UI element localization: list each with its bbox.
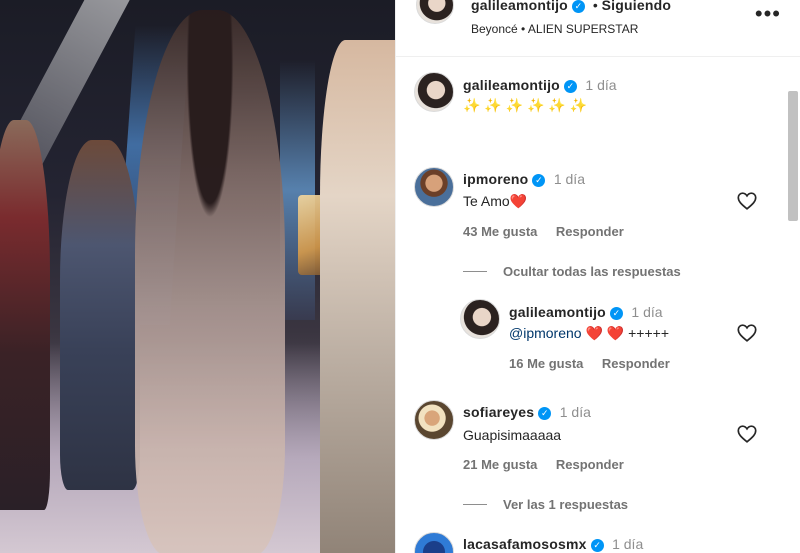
caption-row: galileamontijo ✓ 1 día (463, 77, 617, 95)
comment-actions: 43 Me gusta Responder (463, 223, 624, 241)
header-user-row: galileamontijo ✓ • Siguiendo (471, 0, 671, 15)
comment-author[interactable]: ipmoreno (463, 171, 528, 187)
caption-author[interactable]: galileamontijo (463, 77, 560, 93)
comment-time: 1 día (612, 536, 644, 552)
more-options-icon[interactable]: ••• (755, 2, 781, 26)
divider-line (463, 271, 487, 273)
heart-emoji: ❤️ ❤️ (585, 325, 625, 341)
post-header: galileamontijo ✓ • Siguiendo Beyoncé • AL… (396, 0, 800, 57)
avatar[interactable] (460, 299, 500, 339)
toggle-replies-label: Ver las 1 respuestas (503, 497, 629, 512)
scrollbar-thumb[interactable] (788, 91, 798, 221)
follow-status[interactable]: Siguiendo (602, 0, 671, 13)
reply-suffix: +++++ (628, 325, 670, 341)
stylist-person (320, 40, 395, 553)
verified-icon: ✓ (538, 407, 552, 420)
stage-neon-light (280, 60, 315, 320)
verified-icon: ✓ (563, 80, 577, 93)
reply-author[interactable]: galileamontijo (509, 304, 606, 320)
reply-text-row: @ipmoreno ❤️ ❤️ +++++ (509, 325, 669, 342)
comment-header: ipmoreno ✓ 1 día (463, 171, 585, 189)
caption-text: ✨ ✨ ✨ ✨ ✨ ✨ (463, 97, 588, 113)
audio-track[interactable]: Beyoncé • ALIEN SUPERSTAR (471, 22, 638, 36)
verified-icon: ✓ (590, 539, 604, 552)
reply-actions: 16 Me gusta Responder (509, 355, 670, 373)
audience-person (60, 140, 140, 490)
comment-author[interactable]: sofiareyes (463, 404, 534, 420)
heart-emoji: ❤️ (509, 193, 528, 209)
caption-time: 1 día (585, 77, 617, 93)
reply-time: 1 día (631, 304, 663, 320)
verified-icon: ✓ (571, 0, 585, 13)
comment-actions: 21 Me gusta Responder (463, 456, 624, 474)
comments-panel: galileamontijo ✓ • Siguiendo Beyoncé • AL… (395, 0, 800, 553)
reply-button[interactable]: Responder (556, 457, 624, 472)
avatar[interactable] (414, 400, 454, 440)
like-count[interactable]: 21 Me gusta (463, 457, 537, 472)
avatar[interactable] (414, 532, 454, 553)
toggle-replies-button[interactable]: Ocultar todas las respuestas (463, 263, 681, 281)
avatar[interactable] (414, 72, 454, 112)
avatar[interactable] (414, 167, 454, 207)
mention-link[interactable]: @ipmoreno (509, 325, 582, 341)
comment-time: 1 día (559, 404, 591, 420)
verified-icon: ✓ (532, 174, 546, 187)
toggle-replies-label: Ocultar todas las respuestas (503, 264, 681, 279)
audience-person (0, 120, 50, 510)
post-media[interactable] (0, 0, 395, 553)
reply-button[interactable]: Responder (556, 224, 624, 239)
reply-header: galileamontijo ✓ 1 día (509, 304, 663, 322)
toggle-replies-button[interactable]: Ver las 1 respuestas (463, 496, 628, 514)
performer (135, 10, 285, 553)
header-username[interactable]: galileamontijo (471, 0, 568, 13)
comment-text: Guapisimaaaaa (463, 427, 562, 443)
comment-time: 1 día (553, 171, 585, 187)
verified-icon: ✓ (609, 307, 623, 320)
scrollbar[interactable] (785, 57, 799, 553)
like-count[interactable]: 16 Me gusta (509, 356, 583, 371)
comment-text: Te Amo (463, 193, 510, 209)
comment-author[interactable]: lacasafamososmx (463, 536, 587, 552)
comment-text-row: Te Amo❤️ (463, 193, 527, 210)
like-heart-icon[interactable] (736, 322, 758, 344)
like-count[interactable]: 43 Me gusta (463, 224, 537, 239)
avatar[interactable] (416, 0, 454, 24)
divider-line (463, 504, 487, 506)
reply-button[interactable]: Responder (602, 356, 670, 371)
comment-header: lacasafamososmx ✓ 1 día (463, 536, 643, 553)
comment-header: sofiareyes ✓ 1 día (463, 404, 591, 422)
like-heart-icon[interactable] (736, 423, 758, 445)
like-heart-icon[interactable] (736, 190, 758, 212)
